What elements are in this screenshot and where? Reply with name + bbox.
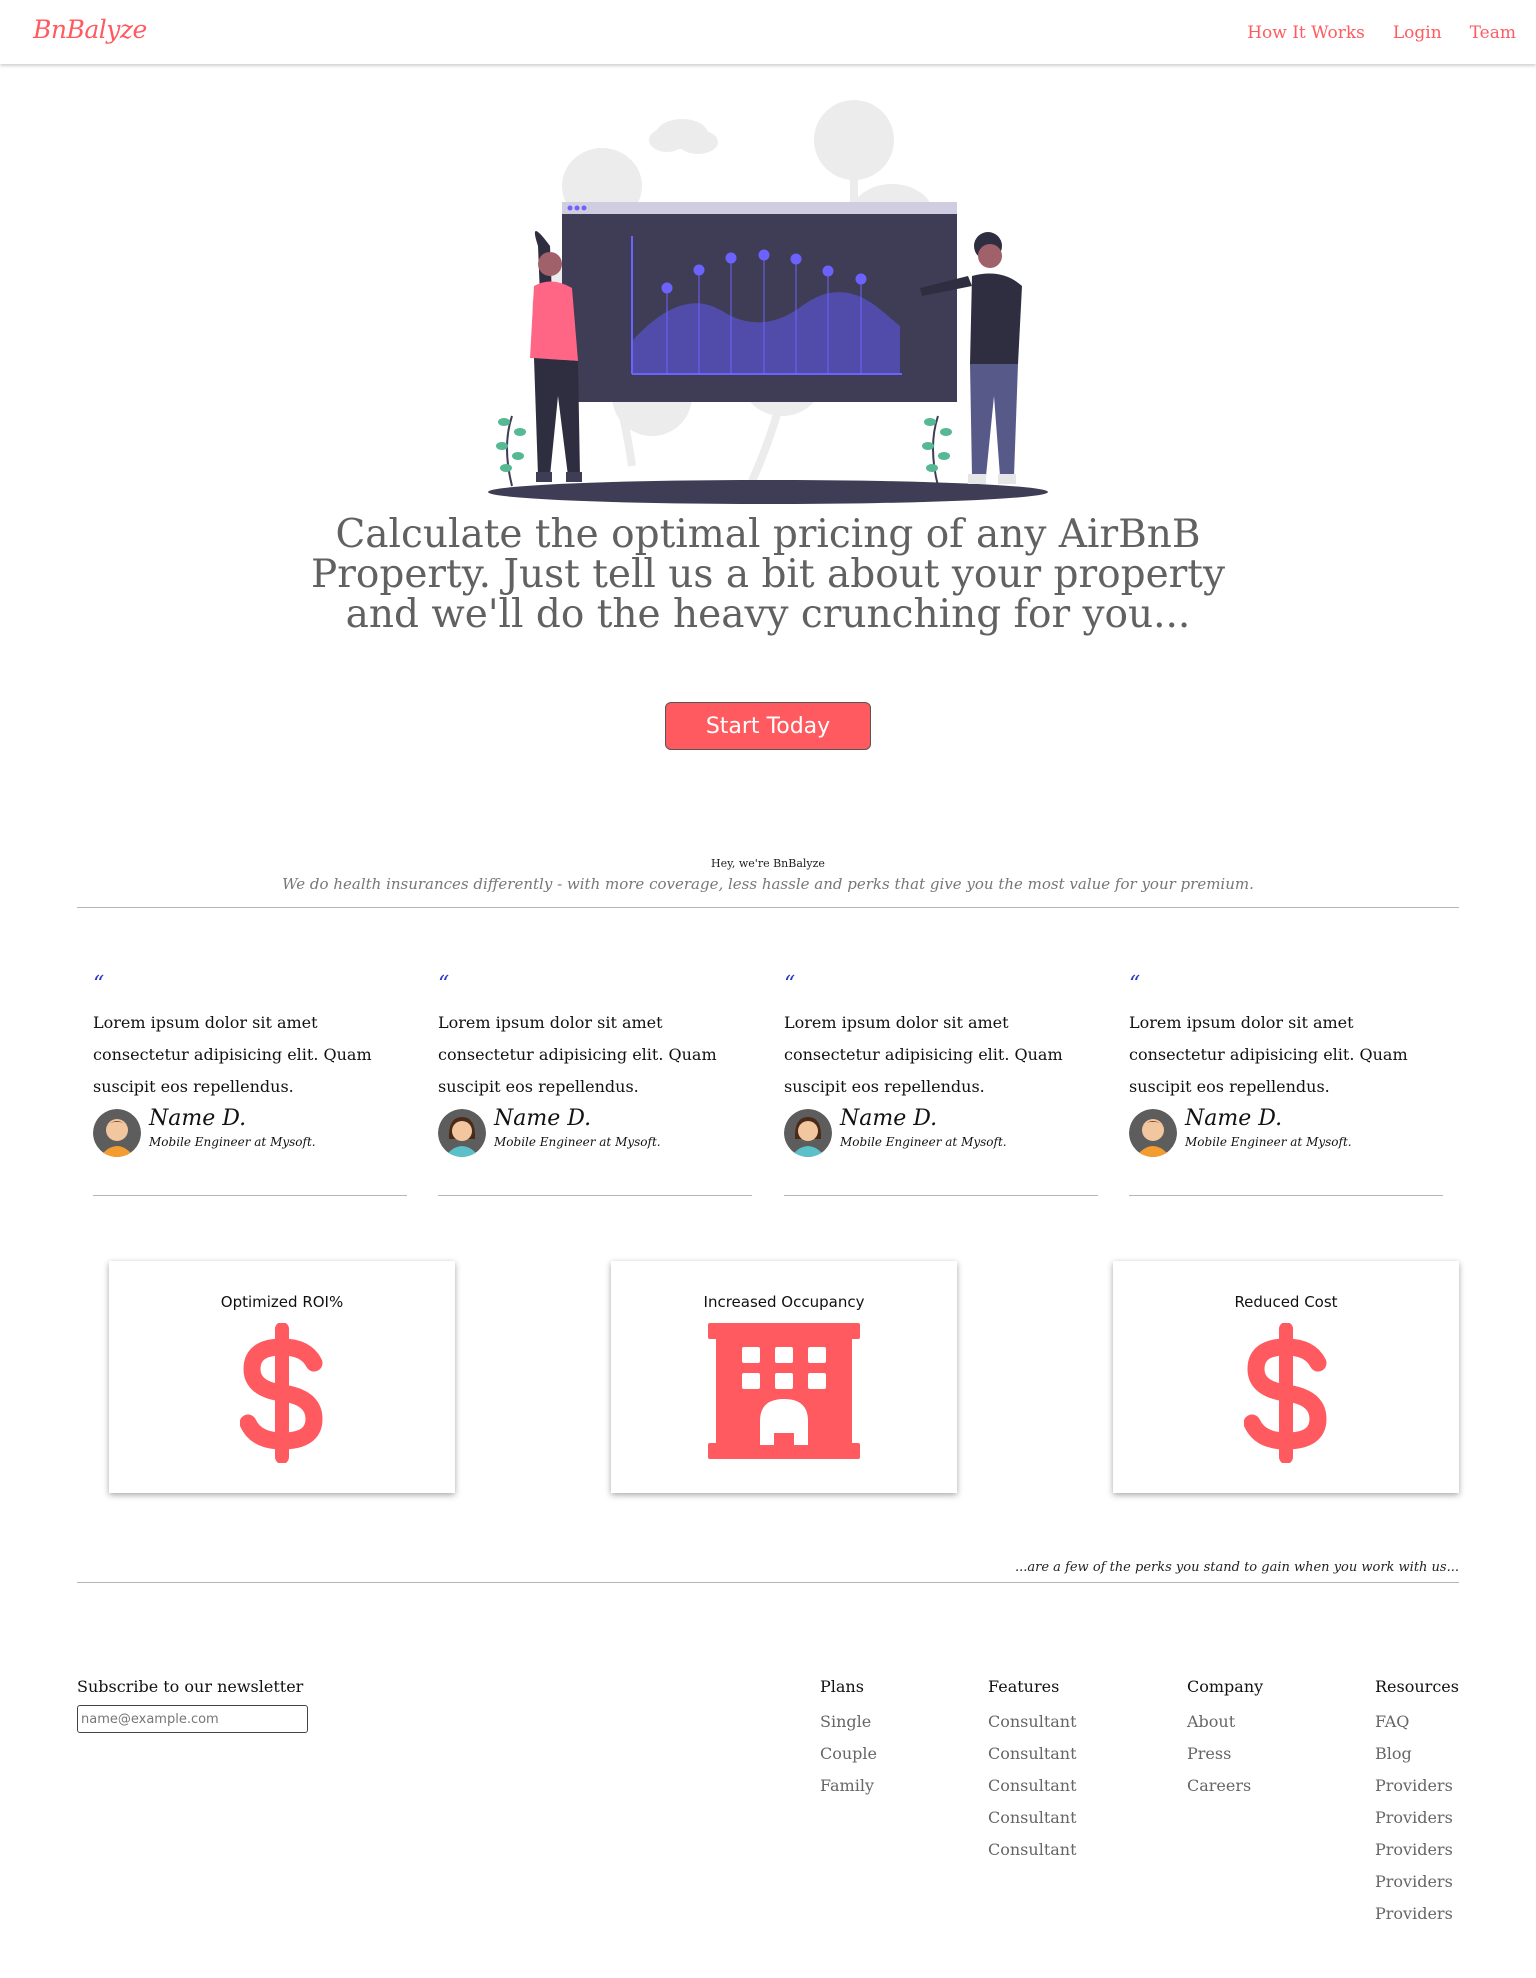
feature-title: Optimized ROI% [220,1293,344,1311]
footer-link[interactable]: Family [820,1770,877,1802]
newsletter-email-input[interactable] [77,1705,308,1733]
dollar-icon [239,1322,324,1467]
footer-link[interactable]: Providers [1375,1834,1459,1866]
testimonial-card: “ Lorem ipsum dolor sit amet consectetur… [93,972,407,1196]
testimonial-role: Mobile Engineer at Mysoft. [494,1135,661,1149]
footer-link[interactable]: Providers [1375,1770,1459,1802]
divider [77,1582,1459,1583]
dollar-icon [1243,1322,1328,1467]
testimonial-text: Lorem ipsum dolor sit amet consectetur a… [93,1013,372,1096]
hero-illustration [488,100,1048,504]
start-today-button[interactable]: Start Today [665,702,871,750]
footer-column-resources: Resources FAQ Blog Providers Providers P… [1375,1677,1459,1930]
footer-link[interactable]: Couple [820,1738,877,1770]
testimonial-text: Lorem ipsum dolor sit amet consectetur a… [438,1013,717,1096]
footer-link[interactable]: Providers [1375,1866,1459,1898]
newsletter-label: Subscribe to our newsletter [77,1677,304,1696]
testimonial-card: “ Lorem ipsum dolor sit amet consectetur… [438,972,752,1196]
nav-how-it-works[interactable]: How It Works [1247,23,1365,43]
testimonial-role: Mobile Engineer at Mysoft. [149,1135,316,1149]
footer-link[interactable]: Consultant [988,1738,1077,1770]
nav-login[interactable]: Login [1393,23,1442,43]
testimonial-role: Mobile Engineer at Mysoft. [840,1135,1007,1149]
about-tagline: We do health insurances differently - wi… [282,875,1254,893]
quote-icon: “ [784,972,796,997]
male-avatar [93,1109,141,1157]
footer-link[interactable]: Providers [1375,1898,1459,1930]
footer-link[interactable]: About [1187,1706,1263,1738]
testimonial-name: Name D. [149,1106,247,1131]
nav-links: How It Works Login Team [1247,23,1516,43]
footer-column-features: Features Consultant Consultant Consultan… [988,1677,1077,1866]
footer-link[interactable]: Consultant [988,1770,1077,1802]
footer-link[interactable]: Consultant [988,1706,1077,1738]
about-intro: Hey, we're BnBalyze [711,857,825,870]
testimonial-name: Name D. [1185,1106,1283,1131]
divider [77,907,1459,908]
footer-heading: Resources [1375,1677,1459,1696]
female-avatar [784,1109,832,1157]
footer-link[interactable]: FAQ [1375,1706,1459,1738]
feature-title: Increased Occupancy [703,1293,865,1311]
footer-link[interactable]: Press [1187,1738,1263,1770]
feature-card-cost: Reduced Cost [1113,1261,1459,1493]
footer-link[interactable]: Blog [1375,1738,1459,1770]
footer-heading: Company [1187,1677,1264,1696]
footer-column-company: Company About Press Careers [1187,1677,1263,1802]
footer-link[interactable]: Providers [1375,1802,1459,1834]
testimonial-text: Lorem ipsum dolor sit amet consectetur a… [784,1013,1063,1096]
footer-link[interactable]: Consultant [988,1802,1077,1834]
building-icon [708,1323,860,1463]
footer-heading: Plans [820,1677,864,1696]
quote-icon: “ [438,972,450,997]
feature-card-occupancy: Increased Occupancy [611,1261,957,1493]
testimonial-role: Mobile Engineer at Mysoft. [1185,1135,1352,1149]
testimonial-name: Name D. [840,1106,938,1131]
logo[interactable]: BnBalyze [33,15,147,44]
feature-card-roi: Optimized ROI% [109,1261,455,1493]
nav-team[interactable]: Team [1470,23,1516,43]
top-navbar: BnBalyze How It Works Login Team [0,0,1536,64]
footer-link[interactable]: Consultant [988,1834,1077,1866]
footer-column-plans: Plans Single Couple Family [820,1677,877,1802]
male-avatar [1129,1109,1177,1157]
female-avatar [438,1109,486,1157]
quote-icon: “ [1129,972,1141,997]
feature-title: Reduced Cost [1234,1293,1338,1311]
footer-link[interactable]: Careers [1187,1770,1263,1802]
testimonial-card: “ Lorem ipsum dolor sit amet consectetur… [1129,972,1443,1196]
testimonial-card: “ Lorem ipsum dolor sit amet consectetur… [784,972,1098,1196]
footer-heading: Features [988,1677,1060,1696]
testimonial-text: Lorem ipsum dolor sit amet consectetur a… [1129,1013,1408,1096]
testimonial-name: Name D. [494,1106,592,1131]
quote-icon: “ [93,972,105,997]
hero-title: Calculate the optimal pricing of any Air… [310,512,1226,637]
perks-caption: ...are a few of the perks you stand to g… [1014,1560,1459,1575]
footer-link[interactable]: Single [820,1706,877,1738]
